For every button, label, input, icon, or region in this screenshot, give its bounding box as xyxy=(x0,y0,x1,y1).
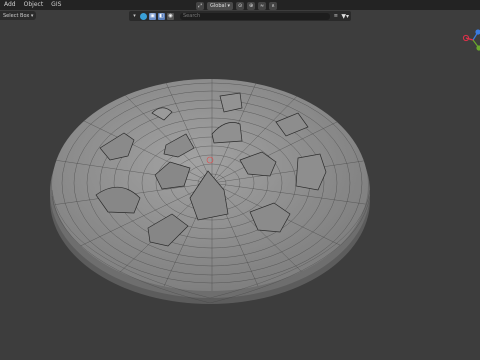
filter-icon[interactable]: ▼▾ xyxy=(341,13,349,20)
3d-viewport[interactable] xyxy=(0,21,480,360)
transform-icon[interactable]: ⤢ xyxy=(196,1,204,10)
pivot-icon[interactable]: ⊙ xyxy=(236,1,245,10)
search-placeholder: Search xyxy=(183,13,201,19)
outliner-filter-bar: ▾ ▣ ◧ ◉ Search ≡ ▼▾ xyxy=(129,11,351,21)
restrict-select-icon[interactable]: ▣ xyxy=(149,12,156,20)
menu-object[interactable]: Object xyxy=(20,0,48,10)
orientation-dropdown[interactable]: Global ▾ xyxy=(207,1,234,10)
search-input[interactable]: Search xyxy=(180,12,331,20)
menu-gis[interactable]: GIS xyxy=(47,0,65,10)
chevron-down-icon[interactable]: ▾ xyxy=(131,13,138,20)
select-box-dropdown[interactable]: Select Box ▾ xyxy=(0,11,37,20)
snap-icon[interactable]: ⊕ xyxy=(247,1,256,10)
menu-add[interactable]: Add xyxy=(0,0,20,10)
proportional-icon[interactable]: ≈ xyxy=(258,1,267,10)
select-box-label: Select Box xyxy=(3,12,30,19)
sphere-icon[interactable] xyxy=(140,12,147,20)
hide-viewport-icon[interactable]: ◧ xyxy=(158,12,165,20)
proportional-falloff-icon[interactable]: ∧ xyxy=(269,1,278,10)
render-icon[interactable]: ◉ xyxy=(167,12,174,20)
sort-icon[interactable]: ≡ xyxy=(332,13,339,20)
orientation-label: Global xyxy=(210,2,226,9)
viewport-header-tools: ⤢ Global ▾ ⊙ ⊕ ≈ ∧ xyxy=(196,1,278,10)
